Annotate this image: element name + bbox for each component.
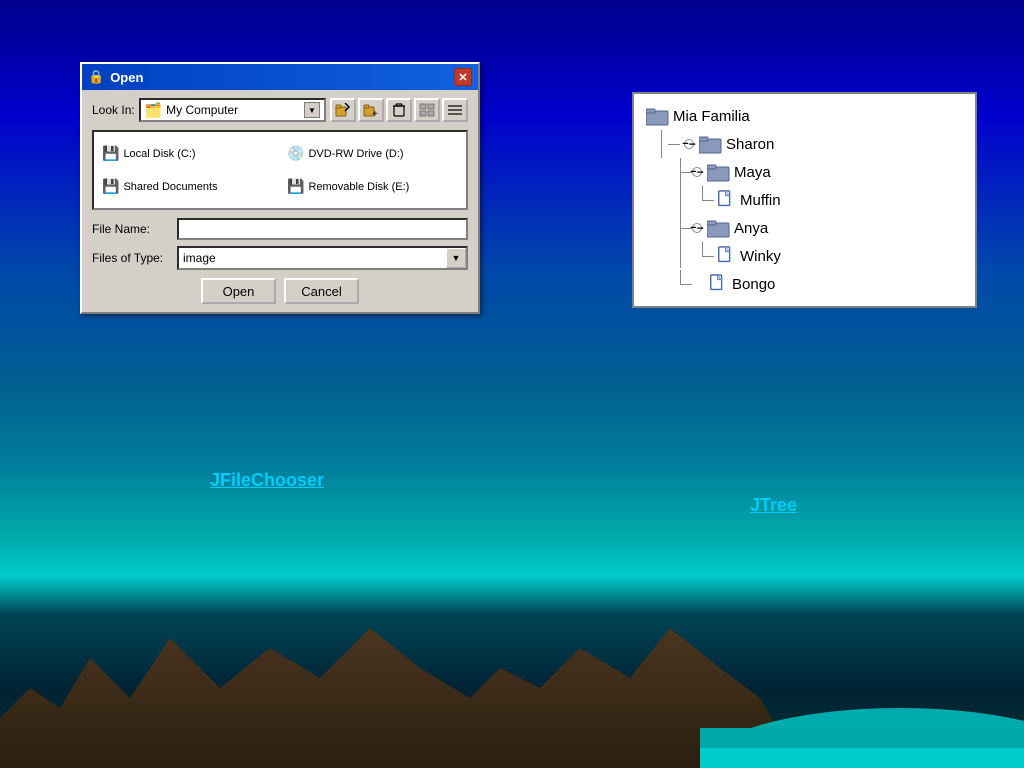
look-in-value: My Computer xyxy=(166,103,304,117)
drive-icon-shared: 💾 xyxy=(102,178,119,195)
buttons-row: Open Cancel xyxy=(92,278,468,304)
jfilechooser-link[interactable]: JFileChooser xyxy=(210,470,324,491)
file-label-c: Local Disk (C:) xyxy=(123,148,195,160)
sharon-children: − Maya xyxy=(690,158,967,298)
tree-label-winky: Winky xyxy=(740,248,781,265)
files-of-type-value: image xyxy=(179,251,446,265)
svg-text:+: + xyxy=(372,109,378,117)
look-in-label: Look In: xyxy=(92,103,135,117)
tree-label-muffin: Muffin xyxy=(740,192,781,209)
jtree-panel: Mia Familia − Sharon xyxy=(632,92,977,308)
tree-label-bongo: Bongo xyxy=(732,276,775,293)
dialog-title: Open xyxy=(110,70,143,85)
tree-node-mia-familia: Mia Familia xyxy=(646,102,967,130)
details-button[interactable] xyxy=(442,98,468,122)
dialog-titlebar: 🔒 Open ✕ xyxy=(82,64,478,90)
dialog-title-area: 🔒 Open xyxy=(88,69,143,85)
doc-icon-muffin xyxy=(717,190,735,210)
files-of-type-select[interactable]: image ▼ xyxy=(177,246,468,270)
look-in-dropdown-arrow[interactable]: ▼ xyxy=(304,102,320,118)
files-area: 💾 Local Disk (C:) 💿 DVD-RW Drive (D:) 💾 … xyxy=(92,130,468,210)
files-of-type-row: Files of Type: image ▼ xyxy=(92,246,468,270)
drive-icon-c: 💾 xyxy=(102,145,119,162)
folder-icon-anya xyxy=(707,218,731,238)
file-name-label: File Name: xyxy=(92,222,177,236)
folder-icon-maya xyxy=(707,162,731,182)
lock-icon: 🔒 xyxy=(88,69,104,85)
new-folder-button[interactable]: + xyxy=(358,98,384,122)
connector-sharon xyxy=(654,130,668,158)
tree-row-winky: Winky xyxy=(712,242,967,270)
folder-icon-root xyxy=(646,106,670,126)
tree-row-muffin: Muffin xyxy=(712,186,967,214)
tree-label-sharon: Sharon xyxy=(726,136,774,153)
file-label-shared: Shared Documents xyxy=(123,181,217,193)
folder-icon: 🗂️ xyxy=(145,102,162,119)
file-item-dvd[interactable]: 💿 DVD-RW Drive (D:) xyxy=(285,138,460,169)
file-name-row: File Name: xyxy=(92,218,468,240)
dialog-body: Look In: 🗂️ My Computer ▼ + xyxy=(82,90,478,312)
sharon-branch: − Sharon − xyxy=(654,130,967,298)
expand-anya[interactable]: − xyxy=(692,223,702,233)
tree-row-maya: − Maya xyxy=(690,158,967,186)
folder-icon-sharon xyxy=(699,134,723,154)
mountains-silhouette xyxy=(0,568,1024,768)
drive-icon-d: 💿 xyxy=(287,145,304,162)
close-button[interactable]: ✕ xyxy=(454,68,472,86)
cancel-button[interactable]: Cancel xyxy=(284,278,359,304)
file-label-d: DVD-RW Drive (D:) xyxy=(308,148,403,160)
file-item-removable[interactable]: 💾 Removable Disk (E:) xyxy=(285,171,460,202)
file-item-local-disk[interactable]: 💾 Local Disk (C:) xyxy=(100,138,275,169)
tree-row-sharon: − Sharon xyxy=(668,130,967,158)
anya-children: Winky xyxy=(712,242,967,270)
jtree-link[interactable]: JTree xyxy=(750,495,797,516)
up-folder-button[interactable] xyxy=(330,98,356,122)
open-dialog: 🔒 Open ✕ Look In: 🗂️ My Computer ▼ + xyxy=(80,62,480,314)
tree-label-anya: Anya xyxy=(734,220,768,237)
expand-maya[interactable]: − xyxy=(692,167,702,177)
expand-sharon[interactable]: − xyxy=(684,139,694,149)
tree-label-maya: Maya xyxy=(734,164,771,181)
tree-label-mia-familia: Mia Familia xyxy=(673,108,750,125)
file-name-input[interactable] xyxy=(177,218,468,240)
tree-row-anya: − Anya xyxy=(690,214,967,242)
file-label-e: Removable Disk (E:) xyxy=(308,181,409,193)
tree-container: Mia Familia − Sharon xyxy=(634,94,975,306)
delete-button[interactable] xyxy=(386,98,412,122)
files-of-type-label: Files of Type: xyxy=(92,251,177,265)
drive-icon-e: 💾 xyxy=(287,178,304,195)
maya-children: Muffin xyxy=(712,186,967,214)
doc-icon-bongo xyxy=(709,274,727,294)
look-in-combo[interactable]: 🗂️ My Computer ▼ xyxy=(139,98,326,122)
open-button[interactable]: Open xyxy=(201,278,276,304)
view-toggle-button[interactable] xyxy=(414,98,440,122)
tree-row-bongo: Bongo xyxy=(690,270,967,298)
look-in-row: Look In: 🗂️ My Computer ▼ + xyxy=(92,98,468,122)
doc-icon-winky xyxy=(717,246,735,266)
file-item-shared[interactable]: 💾 Shared Documents xyxy=(100,171,275,202)
toolbar-buttons: + xyxy=(330,98,468,122)
files-of-type-dropdown-arrow[interactable]: ▼ xyxy=(446,248,466,268)
